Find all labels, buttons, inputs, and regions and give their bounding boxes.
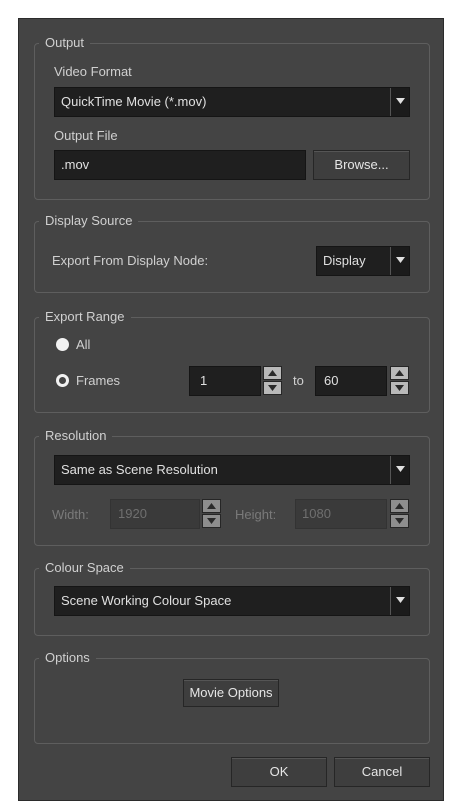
output-file-value: .mov	[61, 157, 90, 172]
frames-to-spinner[interactable]	[390, 366, 409, 396]
colour-space-group-title: Colour Space	[39, 560, 130, 576]
video-format-label: Video Format	[54, 64, 132, 79]
arrow-up-icon[interactable]	[390, 499, 409, 513]
output-group-title: Output	[39, 35, 91, 51]
output-file-input[interactable]: .mov	[54, 150, 306, 180]
width-value: 1920	[118, 506, 147, 521]
colour-space-dropdown[interactable]: Scene Working Colour Space	[54, 586, 410, 616]
width-label: Width:	[52, 507, 89, 522]
video-format-dropdown[interactable]: QuickTime Movie (*.mov)	[54, 87, 410, 117]
all-radio[interactable]	[56, 338, 69, 351]
frames-radio[interactable]	[56, 374, 69, 387]
export-range-group: Export Range All Frames 1 to 60	[34, 309, 430, 413]
frames-from-input[interactable]: 1	[189, 366, 261, 396]
export-movie-dialog: Output Video Format QuickTime Movie (*.m…	[18, 18, 444, 801]
movie-options-button[interactable]: Movie Options	[183, 679, 279, 707]
width-input[interactable]: 1920	[110, 499, 200, 529]
chevron-down-icon[interactable]	[390, 456, 409, 484]
options-group: Options Movie Options	[34, 650, 430, 744]
chevron-down-icon[interactable]	[390, 587, 409, 615]
colour-space-value: Scene Working Colour Space	[61, 593, 232, 608]
arrow-down-icon[interactable]	[390, 514, 409, 528]
display-node-value: Display	[323, 253, 366, 268]
resolution-dropdown[interactable]: Same as Scene Resolution	[54, 455, 410, 485]
frames-to-input[interactable]: 60	[315, 366, 387, 396]
arrow-up-icon[interactable]	[263, 366, 282, 380]
height-label: Height:	[235, 507, 277, 522]
arrow-down-icon[interactable]	[390, 381, 409, 395]
arrow-up-icon[interactable]	[390, 366, 409, 380]
height-spinner[interactable]	[390, 499, 409, 529]
video-format-value: QuickTime Movie (*.mov)	[61, 94, 207, 109]
display-node-dropdown[interactable]: Display	[316, 246, 410, 276]
output-group: Output Video Format QuickTime Movie (*.m…	[34, 35, 430, 200]
resolution-group-title: Resolution	[39, 428, 113, 444]
arrow-down-icon[interactable]	[263, 381, 282, 395]
height-value: 1080	[302, 506, 331, 521]
frames-from-spinner[interactable]	[263, 366, 282, 396]
frames-radio-label: Frames	[76, 373, 121, 388]
display-source-group: Display Source Export From Display Node:…	[34, 213, 430, 293]
export-range-group-title: Export Range	[39, 309, 131, 325]
cancel-button[interactable]: Cancel	[334, 757, 430, 787]
width-spinner[interactable]	[202, 499, 221, 529]
display-source-group-title: Display Source	[39, 213, 139, 229]
browse-button[interactable]: Browse...	[313, 150, 410, 180]
chevron-down-icon[interactable]	[390, 88, 409, 116]
colour-space-group: Colour Space Scene Working Colour Space	[34, 560, 430, 636]
frames-from-value: 1	[200, 373, 208, 388]
to-label: to	[293, 373, 304, 388]
resolution-value: Same as Scene Resolution	[61, 462, 218, 477]
resolution-group: Resolution Same as Scene Resolution Widt…	[34, 428, 430, 546]
frames-to-value: 60	[324, 373, 339, 388]
options-group-title: Options	[39, 650, 96, 666]
arrow-down-icon[interactable]	[202, 514, 221, 528]
arrow-up-icon[interactable]	[202, 499, 221, 513]
all-radio-label: All	[76, 337, 91, 352]
height-input[interactable]: 1080	[295, 499, 387, 529]
chevron-down-icon[interactable]	[390, 247, 409, 275]
ok-button[interactable]: OK	[231, 757, 327, 787]
export-from-display-node-label: Export From Display Node:	[52, 253, 209, 268]
output-file-label: Output File	[54, 128, 118, 143]
